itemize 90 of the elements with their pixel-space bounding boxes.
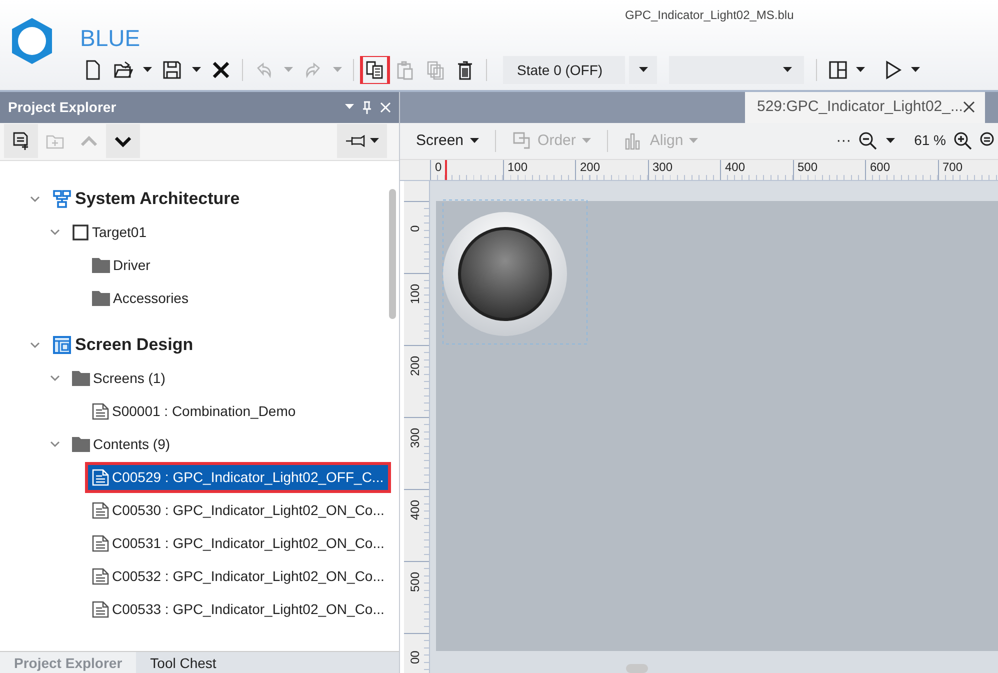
ruler-label: 00 [407, 650, 423, 664]
caret-icon [582, 138, 591, 144]
tree-item[interactable]: Screen Design [45, 327, 200, 363]
ruler-label: 0 [430, 160, 502, 180]
scrollbar-thumb[interactable] [626, 664, 648, 673]
tree-item[interactable]: S00001 : Combination_Demo [85, 396, 303, 427]
copy-icon [365, 60, 385, 80]
zoom-level: 61 % [914, 131, 946, 150]
caret-icon [638, 67, 648, 73]
ruler-label: 100 [407, 284, 423, 304]
app-name: BLUE [80, 24, 140, 52]
chevron-icon[interactable] [50, 374, 60, 382]
clipboard-icon [395, 60, 415, 80]
tree-item[interactable]: System Architecture [45, 181, 247, 217]
dropdown-field[interactable] [669, 56, 804, 84]
tree-item[interactable]: Contents (9) [65, 428, 178, 460]
network-icon [52, 189, 72, 210]
ruler-label: 200 [407, 356, 423, 376]
tree-item[interactable]: C00529 : GPC_Indicator_Light02_OFF_C... [85, 462, 391, 493]
caret-icon [689, 138, 698, 144]
add-document-icon [11, 131, 31, 152]
ruler-label: 400 [720, 160, 792, 180]
tree-item[interactable]: C00533 : GPC_Indicator_Light02_ON_Co... [85, 594, 392, 625]
close-icon [963, 101, 975, 114]
stacked-pages-icon [425, 60, 445, 80]
caret-icon [783, 67, 792, 73]
ruler-label: 600 [865, 160, 938, 180]
ruler-label: 700 [938, 160, 998, 180]
document-icon [92, 502, 109, 519]
window-icon [52, 335, 72, 356]
chevron-icon[interactable] [30, 342, 40, 349]
tree-item[interactable]: Target01 [65, 216, 154, 248]
zoom-out-icon [858, 130, 878, 151]
play-icon [883, 60, 903, 80]
folder-icon [92, 257, 110, 274]
caret-icon [345, 104, 354, 110]
caret-icon [911, 67, 920, 73]
ruler-label: 0 [407, 225, 423, 232]
window-title: GPC_Indicator_Light02_MS.blu [625, 7, 794, 24]
caret-icon [143, 67, 152, 73]
state-select[interactable]: State 0 (OFF) [503, 56, 625, 84]
close-icon [211, 60, 231, 80]
folder-icon [92, 290, 110, 306]
zoom-in-icon [953, 130, 973, 151]
square-icon [72, 224, 89, 241]
chevron-down-button[interactable] [106, 124, 140, 158]
caret-icon [192, 67, 201, 73]
tree-item[interactable]: C00531 : GPC_Indicator_Light02_ON_Co... [85, 528, 392, 559]
caret-icon [284, 67, 293, 73]
copy-button[interactable] [362, 56, 388, 84]
scrollbar-thumb[interactable] [389, 188, 396, 319]
position-marker [445, 160, 447, 180]
add-document-button[interactable] [4, 124, 38, 158]
tree-item[interactable]: C00530 : GPC_Indicator_Light02_ON_Co... [85, 494, 392, 526]
close-icon [380, 102, 391, 113]
caret-icon [333, 67, 342, 73]
folder-icon [72, 436, 90, 452]
ruler-label: 200 [575, 160, 648, 180]
document-icon [92, 468, 109, 486]
tree-item[interactable]: Accessories [85, 282, 196, 314]
chevron-icon[interactable] [30, 196, 40, 203]
panel-title: Project Explorer [8, 98, 118, 117]
folder-icon [72, 370, 90, 386]
dropdown-button[interactable] [629, 56, 657, 84]
ruler-label: 400 [407, 500, 423, 520]
tree-item[interactable]: C00532 : GPC_Indicator_Light02_ON_Co... [85, 560, 392, 592]
caret-icon [856, 67, 865, 73]
document-icon [92, 534, 109, 552]
ruler-label: 300 [407, 428, 423, 448]
layout-icon [828, 60, 848, 80]
document-tab[interactable]: 529:GPC_Indicator_Light02_... [745, 92, 985, 123]
pin-icon [345, 135, 367, 148]
order-icon [512, 130, 532, 151]
chevron-icon[interactable] [50, 228, 60, 236]
redo-icon [303, 60, 323, 80]
chevron-icon[interactable] [50, 440, 60, 448]
tree-item[interactable]: Driver [85, 250, 158, 281]
tree-item[interactable]: Screens (1) [65, 362, 172, 394]
trash-icon [455, 60, 475, 80]
caret-icon [370, 138, 379, 144]
document-icon [92, 402, 109, 420]
document-icon [92, 600, 109, 618]
caret-icon [470, 138, 479, 144]
pin-button[interactable] [337, 124, 387, 158]
ruler-label: 500 [407, 572, 423, 592]
pin-icon [362, 100, 372, 114]
caret-icon [886, 138, 896, 144]
folder-icon [113, 60, 133, 80]
document-icon [92, 568, 109, 585]
undo-icon [254, 60, 274, 80]
